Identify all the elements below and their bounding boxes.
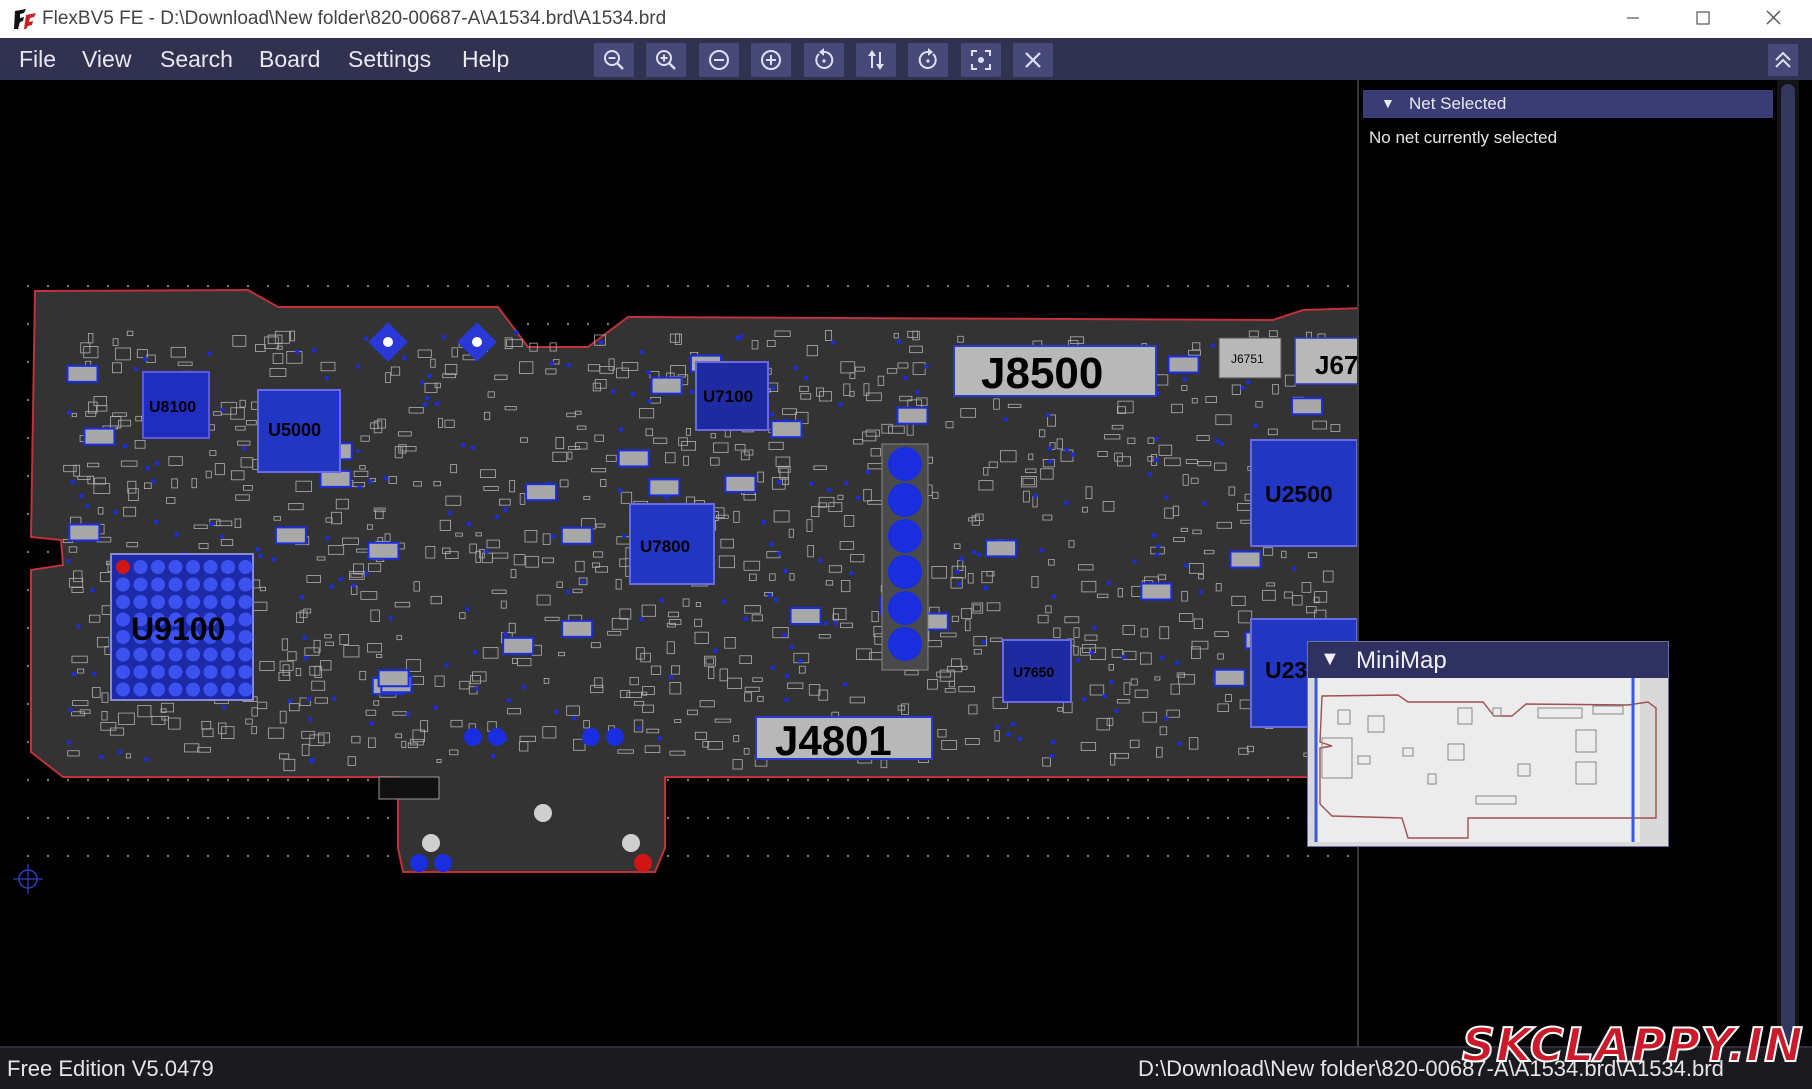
menu-file[interactable]: File bbox=[19, 46, 56, 73]
zoom-plus-button[interactable] bbox=[751, 43, 791, 77]
minimize-button[interactable] bbox=[1598, 0, 1668, 38]
u7800-label: U7800 bbox=[640, 537, 690, 556]
net-panel: ▼ Net Selected No net currently selected bbox=[1359, 80, 1777, 1046]
net-selected-header[interactable]: ▼ Net Selected bbox=[1363, 90, 1773, 118]
rotate-left-button[interactable] bbox=[804, 43, 844, 77]
flip-icon bbox=[868, 50, 884, 70]
maximize-icon bbox=[1696, 11, 1710, 25]
rotate-right-button[interactable] bbox=[908, 43, 948, 77]
close-icon bbox=[1025, 52, 1041, 68]
window-title: FlexBV5 FE - D:\Download\New folder\820-… bbox=[42, 8, 667, 29]
j67-label: J67 bbox=[1315, 350, 1357, 380]
zoom-out-icon bbox=[604, 50, 624, 70]
rotate-right-icon bbox=[918, 48, 937, 69]
menu-board[interactable]: Board bbox=[259, 46, 320, 73]
right-edge bbox=[1799, 80, 1812, 1046]
title-bar: FlexBV5 FE - D:\Download\New folder\820-… bbox=[0, 0, 1812, 38]
u5000-label: U5000 bbox=[268, 420, 321, 440]
zoom-plus-icon bbox=[761, 50, 781, 70]
net-status-text: No net currently selected bbox=[1369, 128, 1558, 147]
board-canvas[interactable]: U9100 U8100 U5000 U7100 U7800 U7650 U250… bbox=[3, 80, 1357, 1046]
zoom-minus-icon bbox=[709, 50, 729, 70]
origin-crosshair bbox=[13, 864, 43, 894]
watermark: SKCLAPPY.IN bbox=[1461, 1017, 1804, 1073]
edition-version: Free Edition V5.0479 bbox=[7, 1056, 214, 1081]
menu-search[interactable]: Search bbox=[160, 46, 233, 73]
minimap-window[interactable]: ▼ MiniMap bbox=[1307, 641, 1669, 847]
rotate-left-icon bbox=[815, 48, 834, 69]
u7650-label: U7650 bbox=[1013, 664, 1054, 680]
flip-button[interactable] bbox=[856, 43, 896, 77]
j8500-label: J8500 bbox=[981, 349, 1103, 398]
net-selected-title: Net Selected bbox=[1409, 94, 1507, 113]
board-view[interactable]: U9100 U8100 U5000 U7100 U7800 U7650 U250… bbox=[3, 80, 1357, 1046]
minimap-title: MiniMap bbox=[1356, 647, 1447, 674]
zoom-fit-icon bbox=[971, 50, 991, 70]
zoom-fit-button[interactable] bbox=[961, 43, 1001, 77]
minimap-board bbox=[1314, 678, 1657, 842]
u9100-label: U9100 bbox=[131, 611, 225, 647]
menu-bar: File View Search Board Settings Help bbox=[0, 38, 1812, 80]
flexbv-app-icon bbox=[12, 7, 38, 31]
u8100-label: U8100 bbox=[149, 399, 196, 416]
collapse-triangle-icon: ▼ bbox=[1320, 648, 1340, 670]
u7100-label: U7100 bbox=[703, 387, 753, 406]
minimap-header[interactable]: ▼ MiniMap bbox=[1308, 642, 1668, 678]
menu-settings[interactable]: Settings bbox=[348, 46, 431, 73]
zoom-out-button[interactable] bbox=[594, 43, 634, 77]
u2500-label: U2500 bbox=[1265, 481, 1333, 507]
menu-help[interactable]: Help bbox=[462, 46, 509, 73]
menu-view[interactable]: View bbox=[82, 46, 131, 73]
minimize-icon bbox=[1627, 17, 1639, 19]
zoom-in-icon bbox=[656, 50, 676, 70]
close-window-button[interactable] bbox=[1738, 0, 1808, 38]
j6751-label: J6751 bbox=[1231, 352, 1264, 366]
u23-label: U23 bbox=[1265, 657, 1307, 683]
zoom-minus-button[interactable] bbox=[699, 43, 739, 77]
close-board-button[interactable] bbox=[1013, 43, 1053, 77]
j4801-label: J4801 bbox=[775, 717, 892, 764]
zoom-in-button[interactable] bbox=[646, 43, 686, 77]
panel-scrollbar-thumb[interactable] bbox=[1781, 84, 1795, 1042]
close-window-icon bbox=[1766, 10, 1781, 25]
minimap-view[interactable] bbox=[1308, 678, 1668, 846]
collapse-triangle-icon: ▼ bbox=[1381, 95, 1395, 111]
double-chevron-up-icon bbox=[1775, 51, 1791, 68]
collapse-toolbar-button[interactable] bbox=[1768, 44, 1798, 76]
maximize-button[interactable] bbox=[1668, 0, 1738, 38]
